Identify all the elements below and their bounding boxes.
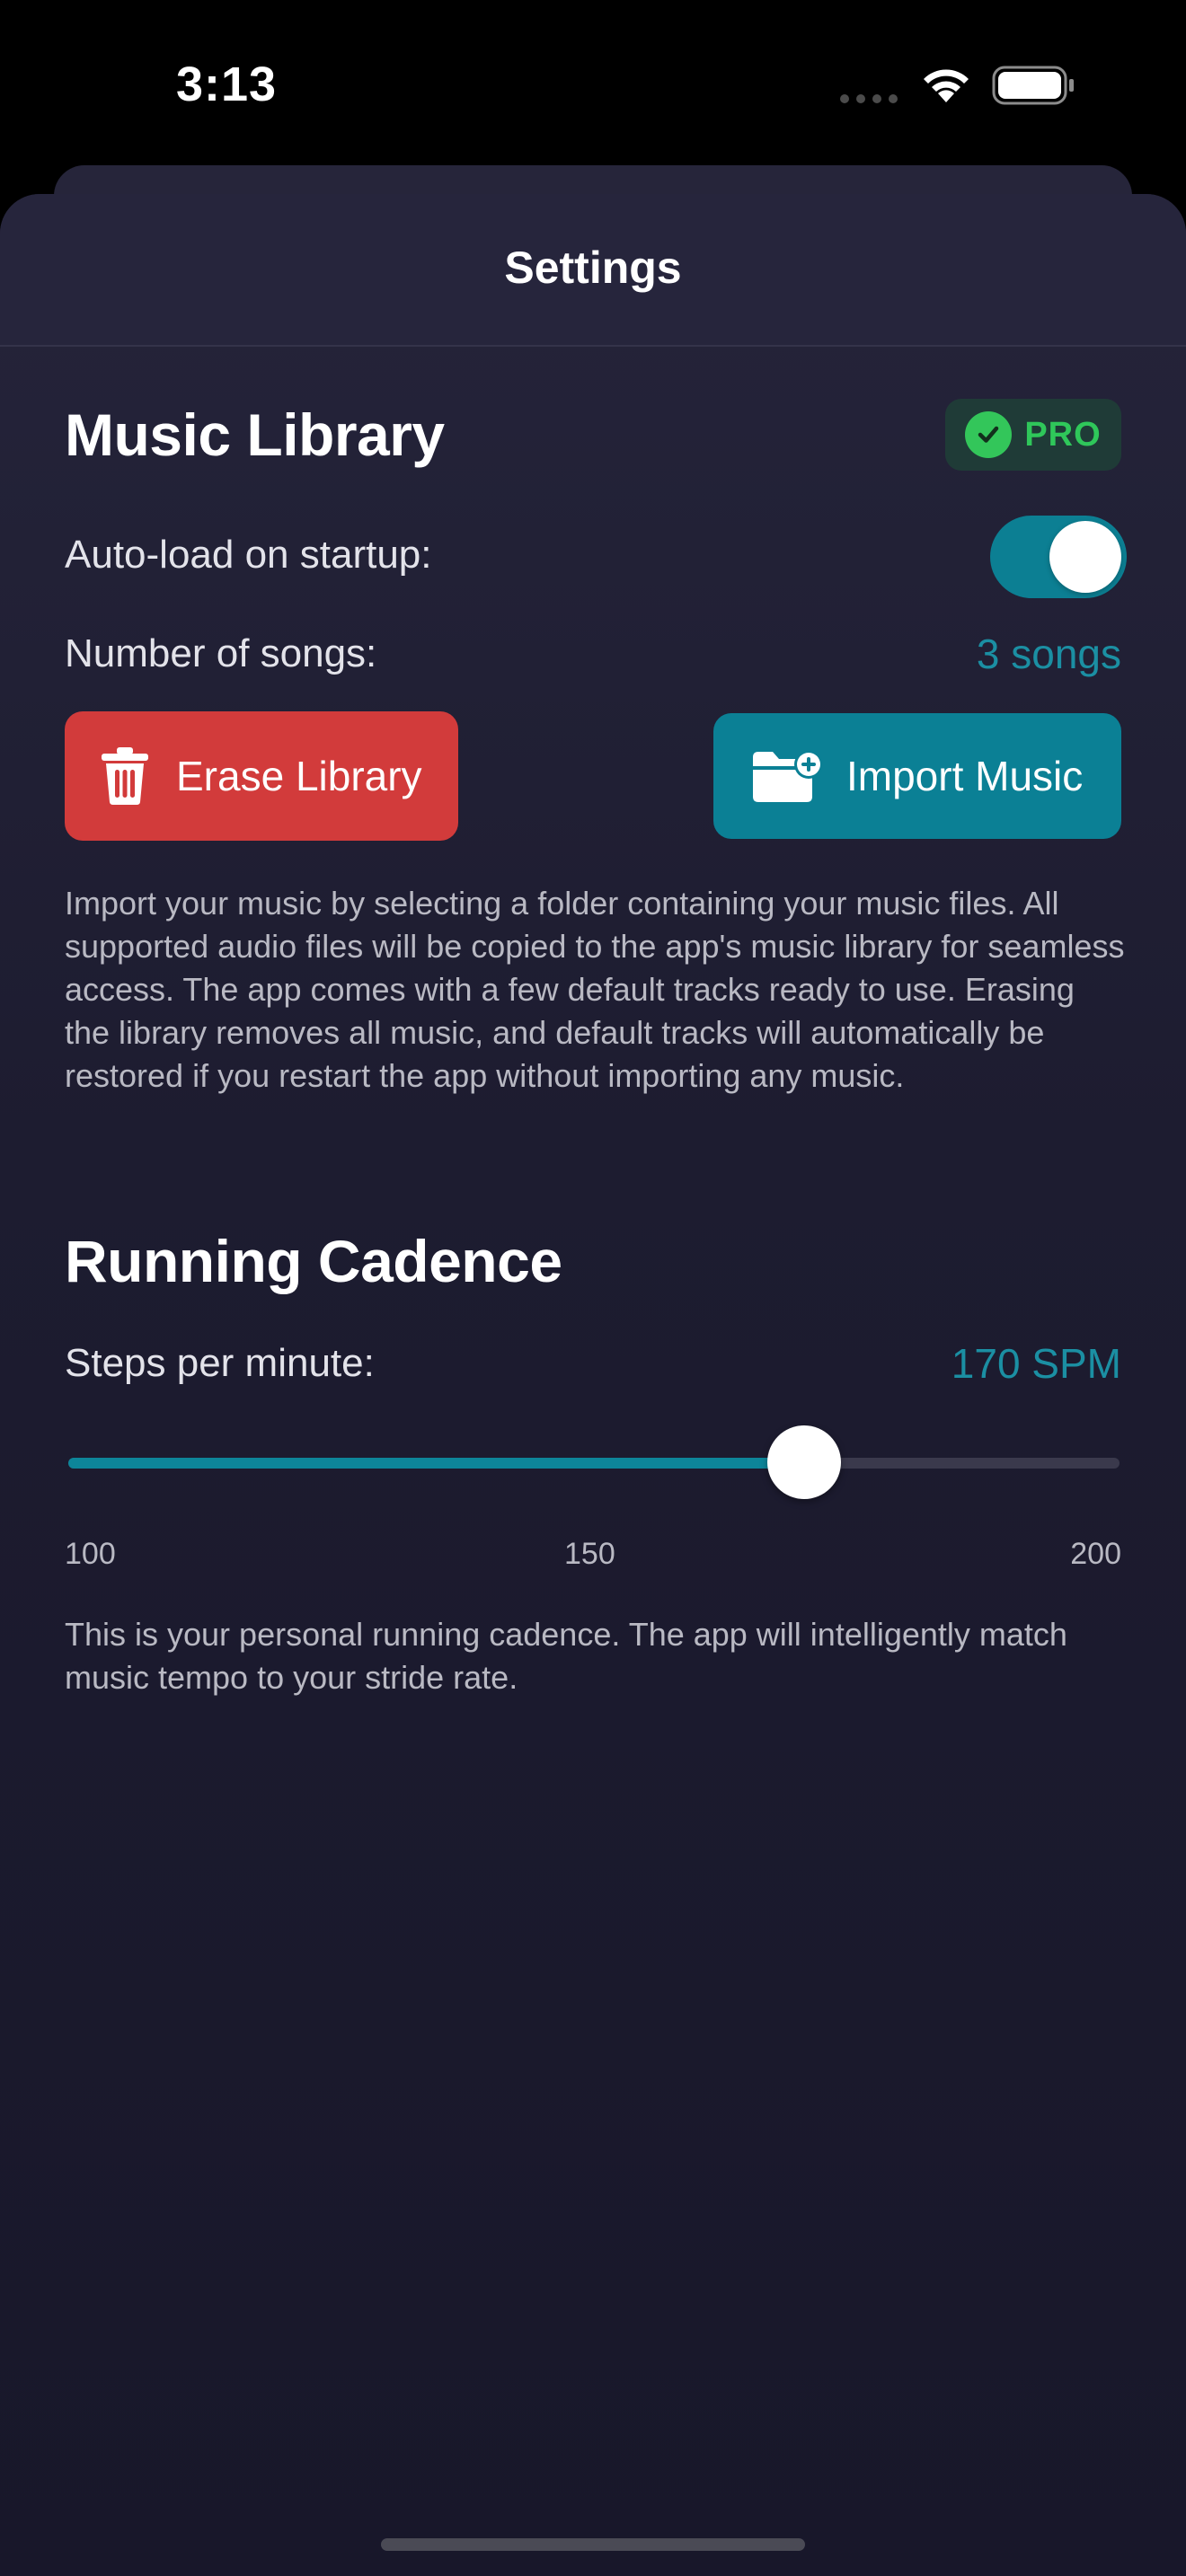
running-cadence-title: Running Cadence <box>65 1228 562 1294</box>
steps-per-minute-value: 170 SPM <box>951 1340 1121 1387</box>
slider-mid-label: 150 <box>564 1537 615 1571</box>
autoload-toggle[interactable] <box>990 516 1127 598</box>
slider-max-label: 200 <box>1070 1537 1121 1571</box>
sheet-header: Settings <box>0 194 1186 347</box>
wifi-icon <box>924 69 969 102</box>
music-library-title: Music Library <box>65 401 445 468</box>
pro-badge-label: PRO <box>1024 415 1102 454</box>
home-indicator <box>381 2538 805 2551</box>
cadence-slider-thumb[interactable] <box>767 1425 841 1499</box>
pro-badge: PRO <box>945 399 1121 471</box>
status-time: 3:13 <box>176 57 278 111</box>
steps-per-minute-label: Steps per minute: <box>65 1341 375 1385</box>
import-music-label: Import Music <box>846 753 1084 799</box>
cellular-signal-icon <box>840 94 898 103</box>
battery-icon <box>992 66 1074 105</box>
toggle-knob <box>1049 521 1121 593</box>
settings-screen: 3:13 Settings Music Library PRO Auto-loa… <box>0 0 1186 2576</box>
erase-library-label: Erase Library <box>176 753 422 799</box>
trash-icon <box>102 747 148 805</box>
erase-library-button[interactable]: Erase Library <box>65 711 458 841</box>
running-cadence-description: This is your personal running cadence. T… <box>65 1616 1067 1696</box>
songs-count-value: 3 songs <box>976 631 1121 677</box>
sheet-title: Settings <box>504 243 682 293</box>
autoload-label: Auto-load on startup: <box>65 533 432 577</box>
music-library-description: Import your music by selecting a folder … <box>65 885 1125 1094</box>
import-music-button[interactable]: Import Music <box>713 713 1121 839</box>
slider-min-label: 100 <box>65 1537 116 1571</box>
folder-plus-icon <box>753 750 823 802</box>
checkmark-icon <box>965 411 1013 458</box>
cadence-slider-fill <box>68 1458 804 1469</box>
songs-count-label: Number of songs: <box>65 631 377 675</box>
